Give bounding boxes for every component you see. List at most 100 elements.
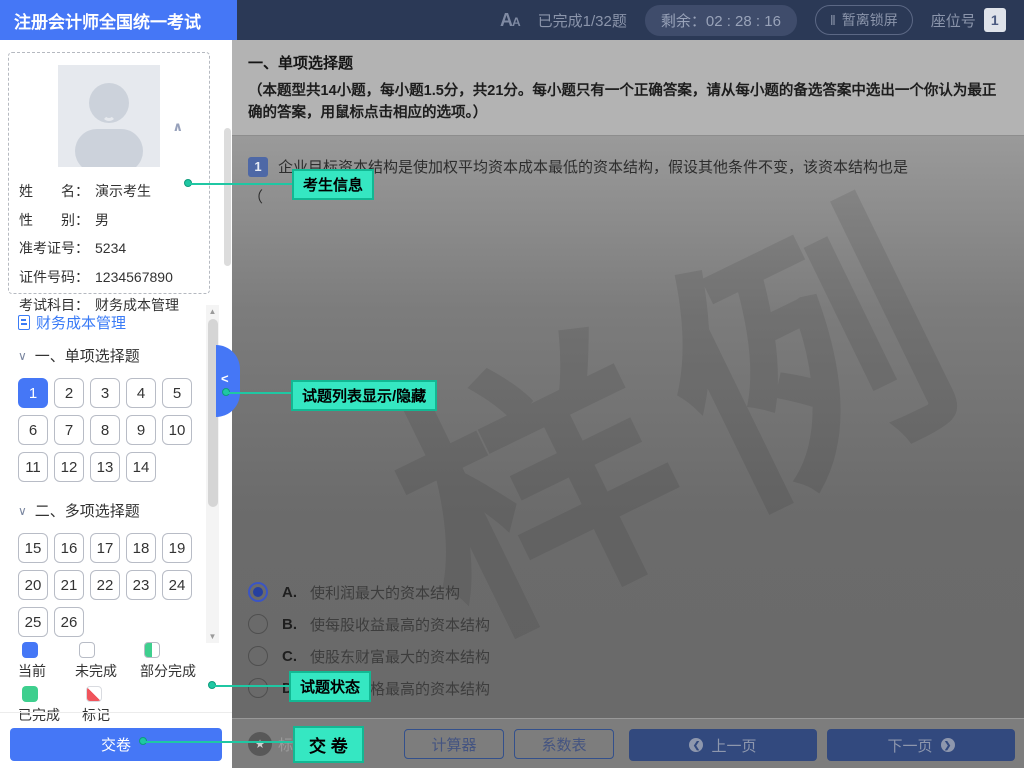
candidate-info-card: ∧ 姓 名：演示考生性 别：男准考证号：5234证件号码：1234567890考…: [8, 52, 210, 294]
chevron-left-icon: <: [221, 371, 229, 386]
candidate-info-row: 性 别：男: [19, 206, 199, 235]
question-number-button[interactable]: 24: [162, 570, 192, 600]
option-row[interactable]: B.使每股收益最高的资本结构: [248, 608, 490, 640]
question-number-button[interactable]: 15: [18, 533, 48, 563]
time-remaining-badge: 剩余：02 : 28 : 16: [645, 5, 797, 36]
annotation-question-status: 试题状态: [289, 671, 371, 702]
question-number-button[interactable]: 11: [18, 452, 48, 482]
font-size-icon[interactable]: AA: [500, 10, 520, 31]
option-text: 使利润最大的资本结构: [310, 582, 460, 603]
option-text: 使每股收益最高的资本结构: [310, 614, 490, 635]
status-swatch-todo: [79, 642, 95, 658]
divider: [0, 712, 232, 713]
star-icon: ★: [255, 737, 266, 751]
option-key: B.: [282, 616, 310, 633]
question-number-button[interactable]: 13: [90, 452, 120, 482]
question-number-button[interactable]: 21: [54, 570, 84, 600]
next-page-button[interactable]: 下一页 ❯: [827, 729, 1015, 761]
app-title: 注册会计师全国统一考试: [0, 0, 237, 40]
sidebar: ∧ 姓 名：演示考生性 别：男准考证号：5234证件号码：1234567890考…: [0, 40, 232, 768]
question-content: 样例 1 企业目标资本结构是使加权平均资本成本最低的资本结构，假设其他条件不变，…: [232, 136, 1024, 719]
seat-number: 1: [984, 8, 1006, 32]
option-key: A.: [282, 584, 310, 601]
question-number-button[interactable]: 7: [54, 415, 84, 445]
content-scrollbar[interactable]: [224, 128, 231, 266]
annotation-line: [228, 392, 292, 394]
legend-item-marked: 标记: [82, 686, 142, 725]
annotation-list-toggle: 试题列表显示/隐藏: [291, 380, 437, 411]
status-legend: 当前未完成部分完成已完成标记: [18, 642, 218, 730]
chevron-up-icon[interactable]: ∧: [172, 119, 183, 135]
submit-button[interactable]: 交卷: [10, 728, 222, 761]
question-number-button[interactable]: 20: [18, 570, 48, 600]
progress-text: 已完成1/32题: [538, 10, 627, 31]
pause-icon: ‖: [830, 12, 836, 28]
seat-label: 座位号: [931, 10, 976, 31]
subject-label: 财务成本管理: [36, 312, 126, 333]
question-number-button[interactable]: 2: [54, 378, 84, 408]
top-bar: 注册会计师全国统一考试 AA 已完成1/32题 剩余：02 : 28 : 16 …: [0, 0, 1024, 40]
option-row[interactable]: A.使利润最大的资本结构: [248, 576, 490, 608]
question-number-button[interactable]: 5: [162, 378, 192, 408]
radio-icon[interactable]: [248, 614, 268, 634]
status-swatch-partial: [144, 642, 160, 658]
option-key: C.: [282, 648, 310, 665]
question-number-button[interactable]: 18: [126, 533, 156, 563]
annotation-line: [190, 183, 292, 185]
question-number-button[interactable]: 14: [126, 452, 156, 482]
question-number-button[interactable]: 17: [90, 533, 120, 563]
question-number-button[interactable]: 16: [54, 533, 84, 563]
question-number-button[interactable]: 1: [18, 378, 48, 408]
section-instructions: （本题型共14小题，每小题1.5分，共21分。每小题只有一个正确答案，请从每小题…: [248, 81, 1008, 125]
question-number-badge: 1: [248, 157, 268, 177]
option-text: 使股东财富最大的资本结构: [310, 646, 490, 667]
question-nav: 财务成本管理 ∨一、单项选择题1234567891011121314∨二、多项选…: [18, 312, 194, 655]
chevron-down-icon: ∨: [18, 504, 27, 518]
radio-icon[interactable]: [248, 646, 268, 666]
legend-item-done: 已完成: [18, 686, 82, 725]
annotation-line: [145, 741, 295, 743]
radio-icon[interactable]: [248, 678, 268, 698]
annotation-line: [214, 685, 290, 687]
scroll-down-icon[interactable]: ▼: [206, 632, 219, 641]
radio-selected-icon[interactable]: [248, 582, 268, 602]
chevron-right-icon: ❯: [941, 738, 955, 752]
question-number-button[interactable]: 9: [126, 415, 156, 445]
subject-link[interactable]: 财务成本管理: [18, 312, 194, 333]
question-number-button[interactable]: 22: [90, 570, 120, 600]
avatar: [58, 65, 160, 167]
section-header: 一、单项选择题 （本题型共14小题，每小题1.5分，共21分。每小题只有一个正确…: [232, 40, 1024, 136]
section-toggle[interactable]: ∨一、单项选择题: [18, 345, 194, 366]
question-number-button[interactable]: 3: [90, 378, 120, 408]
question-number-button[interactable]: 8: [90, 415, 120, 445]
calculator-button[interactable]: 计算器: [404, 729, 504, 759]
section-toggle[interactable]: ∨二、多项选择题: [18, 500, 194, 521]
status-swatch-done: [22, 686, 38, 702]
legend-item-partial: 部分完成: [140, 642, 218, 681]
legend-item-todo: 未完成: [75, 642, 140, 681]
option-row[interactable]: C.使股东财富最大的资本结构: [248, 640, 490, 672]
question-number-button[interactable]: 23: [126, 570, 156, 600]
chevron-left-icon: ❮: [689, 738, 703, 752]
question-number-button[interactable]: 25: [18, 607, 48, 637]
status-swatch-current: [22, 642, 38, 658]
prev-page-button[interactable]: ❮ 上一页: [629, 729, 817, 761]
pause-lock-label: 暂离锁屏: [842, 10, 898, 30]
candidate-info-row: 姓 名：演示考生: [19, 177, 199, 206]
question-number-button[interactable]: 10: [162, 415, 192, 445]
coefficient-table-button[interactable]: 系数表: [514, 729, 614, 759]
candidate-info-row: 准考证号：5234: [19, 234, 199, 263]
question-number-button[interactable]: 26: [54, 607, 84, 637]
question-number-button[interactable]: 12: [54, 452, 84, 482]
status-swatch-marked: [86, 686, 102, 702]
question-number-button[interactable]: 19: [162, 533, 192, 563]
annotation-candidate-info: 考生信息: [292, 169, 374, 200]
chevron-down-icon: ∨: [18, 349, 27, 363]
candidate-info-row: 证件号码：1234567890: [19, 263, 199, 292]
section-title: 一、单项选择题: [248, 52, 1008, 73]
annotation-submit: 交 卷: [293, 726, 364, 763]
pause-lock-button[interactable]: ‖ 暂离锁屏: [815, 5, 913, 35]
scroll-up-icon[interactable]: ▲: [206, 307, 219, 316]
question-number-button[interactable]: 4: [126, 378, 156, 408]
question-number-button[interactable]: 6: [18, 415, 48, 445]
